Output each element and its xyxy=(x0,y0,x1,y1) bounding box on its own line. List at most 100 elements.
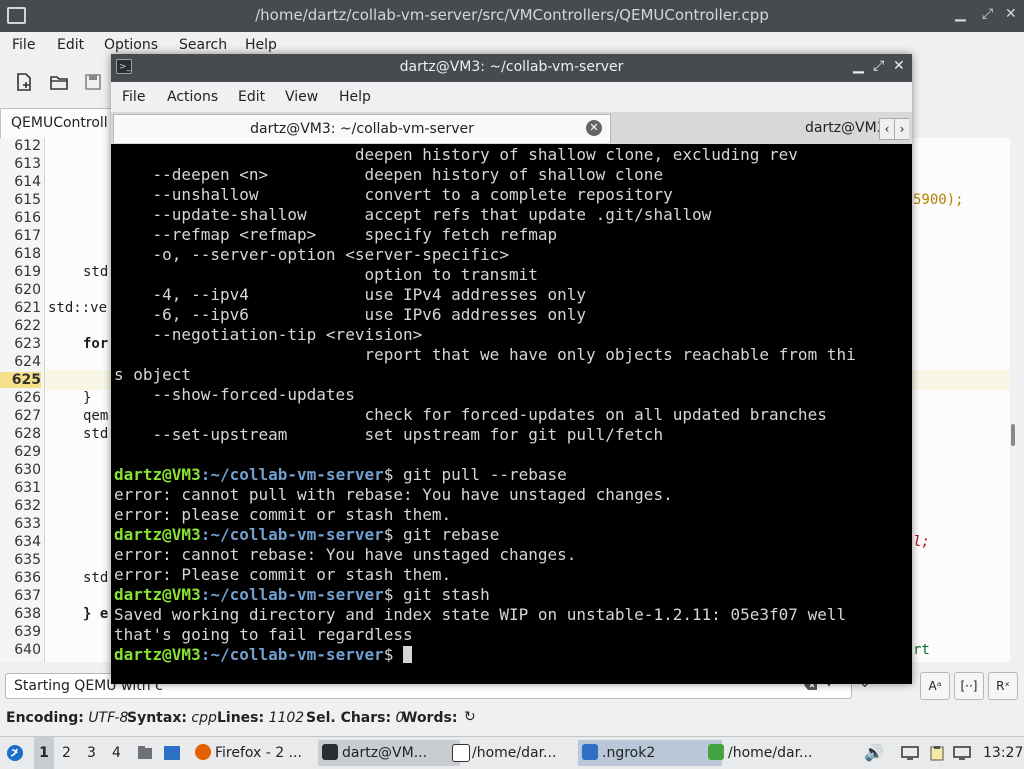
refresh-icon[interactable]: ↻ xyxy=(464,709,476,725)
menu-edit[interactable]: Edit xyxy=(238,89,265,105)
editor-scrollbar[interactable] xyxy=(1006,138,1020,662)
task-firefox[interactable]: Firefox - 2 ... xyxy=(191,740,329,766)
terminal-titlebar[interactable]: >_ dartz@VM3: ~/collab-vm-server ▁ ⤢ ✕ xyxy=(111,54,912,82)
selchars-label: Sel. Chars: xyxy=(306,710,392,726)
prompt-path: :~/collab-vm-server xyxy=(200,645,384,664)
workspace-1[interactable]: 1 xyxy=(34,737,54,769)
tab-close-icon[interactable]: ✕ xyxy=(586,120,602,136)
line-number: 640 xyxy=(14,642,41,658)
output-line: -o, --server-option <server-specific> xyxy=(114,245,509,264)
menu-help[interactable]: Help xyxy=(339,89,371,105)
workspace-3[interactable]: 3 xyxy=(87,737,96,769)
terminal-tab-2[interactable]: dartz@VM3 ‹ › xyxy=(611,114,909,142)
minimize-icon[interactable]: ▁ xyxy=(955,6,966,22)
editor-tab[interactable]: QEMUControll xyxy=(0,108,114,139)
line-number: 623 xyxy=(14,336,41,352)
workspace-2[interactable]: 2 xyxy=(62,737,71,769)
chevron-left-icon[interactable]: ‹ xyxy=(879,118,895,140)
terminal-tab-active[interactable]: dartz@VM3: ~/collab-vm-server ✕ xyxy=(113,114,611,143)
prompt-line: dartz@VM3:~/collab-vm-server$ git pull -… xyxy=(114,465,567,485)
new-file-icon[interactable] xyxy=(14,72,34,92)
output-line: --update-shallow accept refs that update… xyxy=(114,205,712,224)
task-editor-1[interactable]: /home/dar... xyxy=(448,740,592,766)
network-icon[interactable] xyxy=(953,746,971,760)
output-line: --negotiation-tip <revision> xyxy=(114,325,423,344)
code-fragment: 5900); xyxy=(913,192,964,208)
line-number-gutter: 612 613 614 615 616 617 618 619 620 621 … xyxy=(0,138,45,662)
lines-label: Lines: xyxy=(217,710,265,726)
volume-icon[interactable]: 🔊 xyxy=(864,737,884,769)
line-number: 626 xyxy=(14,390,41,406)
prompt-line: dartz@VM3:~/collab-vm-server$ git stash xyxy=(114,585,490,605)
code-fragment: for xyxy=(83,336,109,352)
menu-file[interactable]: File xyxy=(12,37,35,53)
save-icon[interactable] xyxy=(83,72,103,92)
current-line-number: 625 xyxy=(0,372,41,388)
terminal-icon xyxy=(322,744,338,760)
menu-options[interactable]: Options xyxy=(104,37,158,53)
syntax-label: Syntax: xyxy=(127,710,187,726)
output-line: --unshallow convert to a complete reposi… xyxy=(114,185,673,204)
text-editor-icon xyxy=(452,744,470,762)
open-folder-icon[interactable] xyxy=(49,72,69,92)
line-number: 638 xyxy=(14,606,41,622)
clock[interactable]: 13:27 xyxy=(983,737,1023,769)
match-case-button[interactable]: Aᵃ xyxy=(920,672,950,700)
line-number: 629 xyxy=(14,444,41,460)
line-number: 635 xyxy=(14,552,41,568)
prompt-user: dartz@VM3 xyxy=(114,645,201,664)
terminal-window[interactable]: >_ dartz@VM3: ~/collab-vm-server ▁ ⤢ ✕ F… xyxy=(111,54,912,684)
close-icon[interactable]: ✕ xyxy=(1005,6,1017,22)
task-label: dartz@VM... xyxy=(342,745,428,761)
command-text: $ git stash xyxy=(383,585,490,604)
terminal-tabbar: dartz@VM3: ~/collab-vm-server ✕ dartz@VM… xyxy=(111,112,912,144)
prompt-path: :~/collab-vm-server xyxy=(200,585,384,604)
close-icon[interactable]: ✕ xyxy=(893,58,905,74)
line-number: 631 xyxy=(14,480,41,496)
line-number: 614 xyxy=(14,174,41,190)
line-number: 616 xyxy=(14,210,41,226)
terminal-output[interactable]: deepen history of shallow clone, excludi… xyxy=(114,145,908,681)
line-number: 636 xyxy=(14,570,41,586)
regex-button[interactable]: [··] xyxy=(954,672,984,700)
scrollbar-thumb[interactable] xyxy=(1011,424,1015,446)
start-menu-icon[interactable] xyxy=(6,744,24,762)
task-editor-2[interactable]: /home/dar... xyxy=(704,740,848,766)
file-manager-icon[interactable] xyxy=(137,745,153,761)
prompt-user: dartz@VM3 xyxy=(114,525,201,544)
maximize-icon[interactable]: ⤢ xyxy=(873,58,884,74)
output-line: deepen history of shallow clone, excludi… xyxy=(114,145,798,164)
output-line: error: cannot pull with rebase: You have… xyxy=(114,485,673,504)
menu-edit[interactable]: Edit xyxy=(57,37,84,53)
code-fragment: std::ve xyxy=(48,300,108,316)
menu-view[interactable]: View xyxy=(285,89,318,105)
menu-actions[interactable]: Actions xyxy=(167,89,218,105)
prompt-line: dartz@VM3:~/collab-vm-server$ git rebase xyxy=(114,525,499,545)
display-icon[interactable] xyxy=(901,746,919,760)
menu-help[interactable]: Help xyxy=(245,37,277,53)
line-number: 639 xyxy=(14,624,41,640)
syntax-value: cpp xyxy=(191,710,217,726)
workspace-4[interactable]: 4 xyxy=(112,737,121,769)
taskbar: 1 2 3 4 Firefox - 2 ... dartz@VM... /hom… xyxy=(0,736,1024,769)
menu-file[interactable]: File xyxy=(122,89,145,105)
replace-button[interactable]: Rˣ xyxy=(988,672,1018,700)
show-desktop-icon[interactable] xyxy=(163,745,181,761)
output-line: -4, --ipv4 use IPv4 addresses only xyxy=(114,285,587,304)
output-line: report that we have only objects reachab… xyxy=(114,345,856,364)
line-number: 618 xyxy=(14,246,41,262)
minimize-icon[interactable]: ▁ xyxy=(853,58,864,74)
output-line: -6, --ipv6 use IPv6 addresses only xyxy=(114,305,587,324)
chevron-right-icon[interactable]: › xyxy=(894,118,909,140)
line-number: 637 xyxy=(14,588,41,604)
code-fragment: std xyxy=(83,426,109,442)
line-number: 620 xyxy=(14,282,41,298)
editor-titlebar[interactable]: /home/dartz/collab-vm-server/src/VMContr… xyxy=(0,0,1024,32)
clipboard-icon[interactable] xyxy=(929,745,945,761)
maximize-icon[interactable]: ⤢ xyxy=(982,6,993,22)
text-editor-icon xyxy=(708,744,724,760)
menu-search[interactable]: Search xyxy=(179,37,227,53)
output-line: error: please commit or stash them. xyxy=(114,505,452,524)
task-ngrok[interactable]: .ngrok2 xyxy=(578,740,722,766)
task-terminal[interactable]: dartz@VM... xyxy=(318,740,460,766)
